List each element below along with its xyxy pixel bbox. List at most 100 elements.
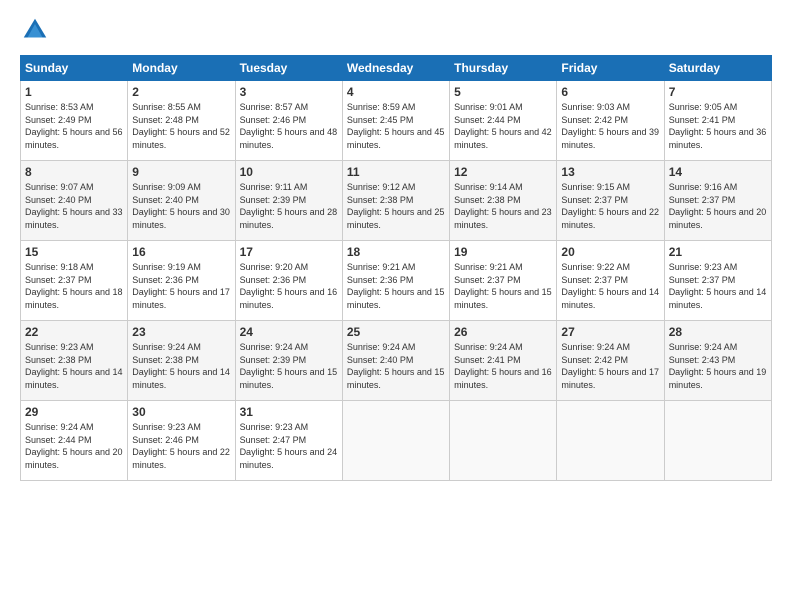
day-detail: Sunrise: 8:55 AM Sunset: 2:48 PM Dayligh… (132, 101, 230, 151)
day-number: 14 (669, 165, 767, 179)
day-number: 7 (669, 85, 767, 99)
calendar-header-row: SundayMondayTuesdayWednesdayThursdayFrid… (21, 56, 772, 81)
day-detail: Sunrise: 9:24 AM Sunset: 2:39 PM Dayligh… (240, 341, 338, 391)
calendar-cell: 31 Sunrise: 9:23 AM Sunset: 2:47 PM Dayl… (235, 401, 342, 481)
day-detail: Sunrise: 9:24 AM Sunset: 2:41 PM Dayligh… (454, 341, 552, 391)
calendar-cell: 21 Sunrise: 9:23 AM Sunset: 2:37 PM Dayl… (664, 241, 771, 321)
calendar-cell: 15 Sunrise: 9:18 AM Sunset: 2:37 PM Dayl… (21, 241, 128, 321)
day-detail: Sunrise: 9:07 AM Sunset: 2:40 PM Dayligh… (25, 181, 123, 231)
week-row-2: 8 Sunrise: 9:07 AM Sunset: 2:40 PM Dayli… (21, 161, 772, 241)
day-detail: Sunrise: 9:24 AM Sunset: 2:38 PM Dayligh… (132, 341, 230, 391)
day-number: 28 (669, 325, 767, 339)
week-row-3: 15 Sunrise: 9:18 AM Sunset: 2:37 PM Dayl… (21, 241, 772, 321)
day-detail: Sunrise: 9:09 AM Sunset: 2:40 PM Dayligh… (132, 181, 230, 231)
day-number: 11 (347, 165, 445, 179)
calendar-cell: 29 Sunrise: 9:24 AM Sunset: 2:44 PM Dayl… (21, 401, 128, 481)
calendar-cell: 12 Sunrise: 9:14 AM Sunset: 2:38 PM Dayl… (450, 161, 557, 241)
day-number: 17 (240, 245, 338, 259)
calendar-cell: 9 Sunrise: 9:09 AM Sunset: 2:40 PM Dayli… (128, 161, 235, 241)
day-number: 3 (240, 85, 338, 99)
day-detail: Sunrise: 9:20 AM Sunset: 2:36 PM Dayligh… (240, 261, 338, 311)
calendar-cell: 16 Sunrise: 9:19 AM Sunset: 2:36 PM Dayl… (128, 241, 235, 321)
day-number: 16 (132, 245, 230, 259)
calendar-cell (664, 401, 771, 481)
calendar-cell: 3 Sunrise: 8:57 AM Sunset: 2:46 PM Dayli… (235, 81, 342, 161)
day-header-saturday: Saturday (664, 56, 771, 81)
day-number: 6 (561, 85, 659, 99)
calendar-cell: 25 Sunrise: 9:24 AM Sunset: 2:40 PM Dayl… (342, 321, 449, 401)
day-detail: Sunrise: 9:24 AM Sunset: 2:44 PM Dayligh… (25, 421, 123, 471)
week-row-1: 1 Sunrise: 8:53 AM Sunset: 2:49 PM Dayli… (21, 81, 772, 161)
calendar-cell: 11 Sunrise: 9:12 AM Sunset: 2:38 PM Dayl… (342, 161, 449, 241)
calendar-cell: 20 Sunrise: 9:22 AM Sunset: 2:37 PM Dayl… (557, 241, 664, 321)
main-container: SundayMondayTuesdayWednesdayThursdayFrid… (0, 0, 792, 612)
calendar-cell: 24 Sunrise: 9:24 AM Sunset: 2:39 PM Dayl… (235, 321, 342, 401)
week-row-5: 29 Sunrise: 9:24 AM Sunset: 2:44 PM Dayl… (21, 401, 772, 481)
calendar-cell: 19 Sunrise: 9:21 AM Sunset: 2:37 PM Dayl… (450, 241, 557, 321)
day-detail: Sunrise: 9:21 AM Sunset: 2:37 PM Dayligh… (454, 261, 552, 311)
day-header-monday: Monday (128, 56, 235, 81)
day-number: 12 (454, 165, 552, 179)
calendar-cell: 23 Sunrise: 9:24 AM Sunset: 2:38 PM Dayl… (128, 321, 235, 401)
header (20, 15, 772, 45)
calendar-cell (557, 401, 664, 481)
day-header-wednesday: Wednesday (342, 56, 449, 81)
day-header-thursday: Thursday (450, 56, 557, 81)
day-number: 31 (240, 405, 338, 419)
calendar-cell: 22 Sunrise: 9:23 AM Sunset: 2:38 PM Dayl… (21, 321, 128, 401)
calendar-cell: 26 Sunrise: 9:24 AM Sunset: 2:41 PM Dayl… (450, 321, 557, 401)
calendar-cell: 27 Sunrise: 9:24 AM Sunset: 2:42 PM Dayl… (557, 321, 664, 401)
calendar-cell: 8 Sunrise: 9:07 AM Sunset: 2:40 PM Dayli… (21, 161, 128, 241)
calendar-cell (342, 401, 449, 481)
day-number: 10 (240, 165, 338, 179)
day-number: 5 (454, 85, 552, 99)
day-number: 15 (25, 245, 123, 259)
day-number: 1 (25, 85, 123, 99)
day-number: 27 (561, 325, 659, 339)
day-detail: Sunrise: 8:59 AM Sunset: 2:45 PM Dayligh… (347, 101, 445, 151)
day-detail: Sunrise: 9:15 AM Sunset: 2:37 PM Dayligh… (561, 181, 659, 231)
day-number: 8 (25, 165, 123, 179)
calendar-cell: 2 Sunrise: 8:55 AM Sunset: 2:48 PM Dayli… (128, 81, 235, 161)
calendar-cell: 17 Sunrise: 9:20 AM Sunset: 2:36 PM Dayl… (235, 241, 342, 321)
calendar-cell (450, 401, 557, 481)
logo (20, 15, 55, 45)
calendar-cell: 13 Sunrise: 9:15 AM Sunset: 2:37 PM Dayl… (557, 161, 664, 241)
day-detail: Sunrise: 9:16 AM Sunset: 2:37 PM Dayligh… (669, 181, 767, 231)
day-number: 9 (132, 165, 230, 179)
day-number: 4 (347, 85, 445, 99)
day-number: 30 (132, 405, 230, 419)
day-detail: Sunrise: 9:14 AM Sunset: 2:38 PM Dayligh… (454, 181, 552, 231)
calendar-cell: 7 Sunrise: 9:05 AM Sunset: 2:41 PM Dayli… (664, 81, 771, 161)
day-number: 29 (25, 405, 123, 419)
calendar-cell: 14 Sunrise: 9:16 AM Sunset: 2:37 PM Dayl… (664, 161, 771, 241)
day-detail: Sunrise: 9:24 AM Sunset: 2:43 PM Dayligh… (669, 341, 767, 391)
calendar-cell: 30 Sunrise: 9:23 AM Sunset: 2:46 PM Dayl… (128, 401, 235, 481)
day-detail: Sunrise: 9:21 AM Sunset: 2:36 PM Dayligh… (347, 261, 445, 311)
day-detail: Sunrise: 9:11 AM Sunset: 2:39 PM Dayligh… (240, 181, 338, 231)
week-row-4: 22 Sunrise: 9:23 AM Sunset: 2:38 PM Dayl… (21, 321, 772, 401)
day-detail: Sunrise: 9:24 AM Sunset: 2:42 PM Dayligh… (561, 341, 659, 391)
day-detail: Sunrise: 9:03 AM Sunset: 2:42 PM Dayligh… (561, 101, 659, 151)
day-number: 19 (454, 245, 552, 259)
day-detail: Sunrise: 8:57 AM Sunset: 2:46 PM Dayligh… (240, 101, 338, 151)
day-number: 20 (561, 245, 659, 259)
day-detail: Sunrise: 9:23 AM Sunset: 2:46 PM Dayligh… (132, 421, 230, 471)
day-number: 26 (454, 325, 552, 339)
day-detail: Sunrise: 9:23 AM Sunset: 2:37 PM Dayligh… (669, 261, 767, 311)
logo-icon (20, 15, 50, 45)
day-number: 24 (240, 325, 338, 339)
day-detail: Sunrise: 9:23 AM Sunset: 2:47 PM Dayligh… (240, 421, 338, 471)
day-number: 2 (132, 85, 230, 99)
calendar-table: SundayMondayTuesdayWednesdayThursdayFrid… (20, 55, 772, 481)
day-number: 18 (347, 245, 445, 259)
day-detail: Sunrise: 9:05 AM Sunset: 2:41 PM Dayligh… (669, 101, 767, 151)
day-detail: Sunrise: 9:24 AM Sunset: 2:40 PM Dayligh… (347, 341, 445, 391)
day-header-tuesday: Tuesday (235, 56, 342, 81)
day-detail: Sunrise: 9:23 AM Sunset: 2:38 PM Dayligh… (25, 341, 123, 391)
day-detail: Sunrise: 9:01 AM Sunset: 2:44 PM Dayligh… (454, 101, 552, 151)
calendar-cell: 6 Sunrise: 9:03 AM Sunset: 2:42 PM Dayli… (557, 81, 664, 161)
day-number: 25 (347, 325, 445, 339)
day-header-friday: Friday (557, 56, 664, 81)
calendar-cell: 5 Sunrise: 9:01 AM Sunset: 2:44 PM Dayli… (450, 81, 557, 161)
